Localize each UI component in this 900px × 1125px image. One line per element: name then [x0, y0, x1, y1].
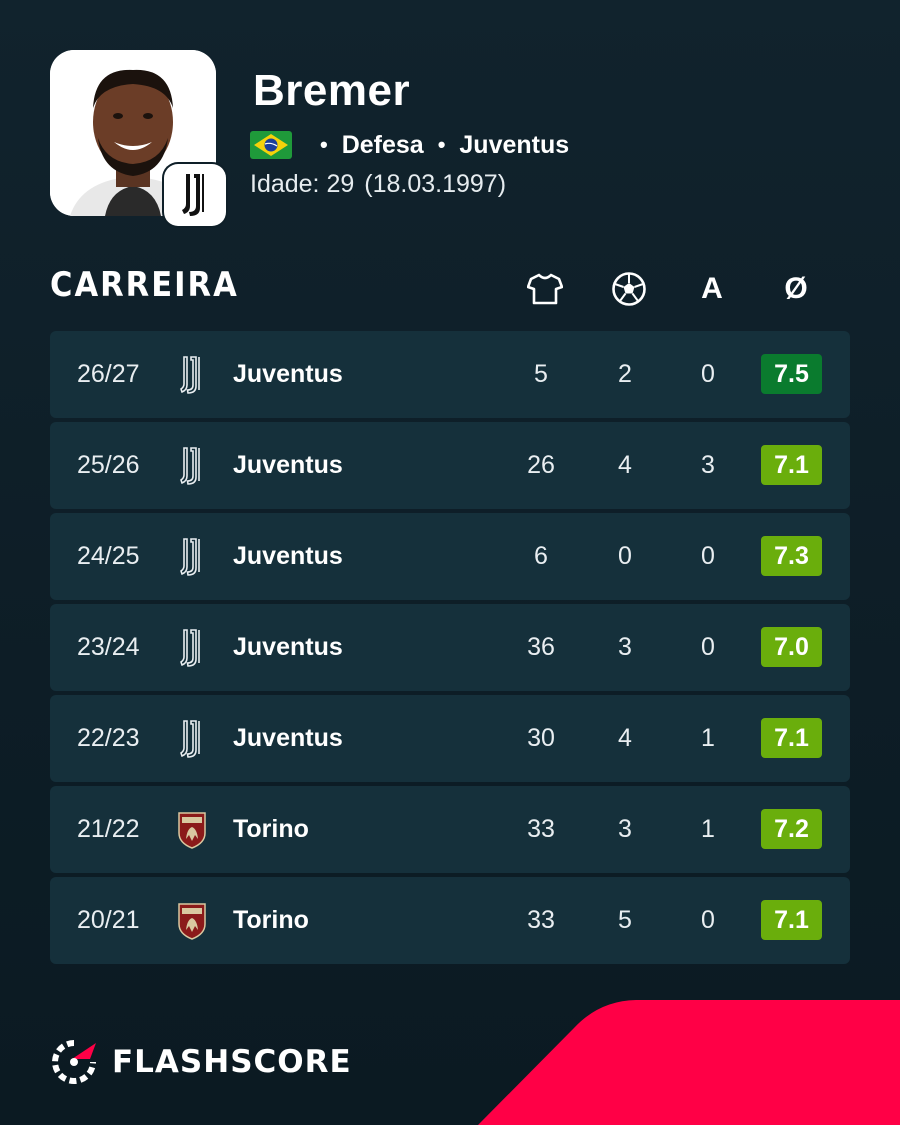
apps-value: 5 [534, 360, 548, 388]
apps-value: 30 [527, 724, 555, 752]
season: 22/23 [77, 724, 140, 752]
rating-badge: 7.1 [761, 445, 822, 485]
assists-value: 3 [701, 451, 715, 479]
assists-value: 0 [701, 906, 715, 934]
player-club: Juventus [459, 130, 570, 159]
team-name[interactable]: Torino [233, 786, 309, 873]
juventus-crest-icon [176, 446, 208, 486]
player-name: Bremer [253, 66, 411, 115]
table-row[interactable]: 26/27 Juventus 5 2 0 7.5 [50, 331, 850, 418]
flashscore-logo: FLASHSCORE [50, 1039, 352, 1085]
assists-value: 1 [701, 815, 715, 843]
column-rating: Ø [784, 272, 808, 305]
season: 24/25 [77, 542, 140, 570]
club-badge [164, 164, 226, 226]
juventus-crest-icon [182, 174, 204, 216]
rating-badge: 7.1 [761, 900, 822, 940]
season: 21/22 [77, 815, 140, 843]
team-name[interactable]: Juventus [233, 513, 343, 600]
apps-value: 26 [527, 451, 555, 479]
team-name[interactable]: Juventus [233, 695, 343, 782]
goals-value: 4 [618, 724, 632, 752]
career-table: 26/27 Juventus 5 2 0 7.5 25/26 Juventus 26 4 3 7.1 2… [50, 331, 850, 968]
juventus-crest-icon [176, 537, 208, 577]
rating-badge: 7.3 [761, 536, 822, 576]
assists-value: 1 [701, 724, 715, 752]
team-name[interactable]: Juventus [233, 422, 343, 509]
apps-value: 6 [534, 542, 548, 570]
season: 26/27 [77, 360, 140, 388]
season: 25/26 [77, 451, 140, 479]
footer-accent-shape [478, 1000, 900, 1125]
player-meta: • Defesa • Juventus [250, 128, 569, 162]
juventus-crest-icon [176, 355, 208, 395]
assists-value: 0 [701, 633, 715, 661]
rating-badge: 7.0 [761, 627, 822, 667]
goals-value: 0 [618, 542, 632, 570]
rating-badge: 7.5 [761, 354, 822, 394]
player-position: Defesa [341, 130, 424, 159]
column-goals [599, 266, 659, 312]
table-row[interactable]: 22/23 Juventus 30 4 1 7.1 [50, 695, 850, 782]
table-row[interactable]: 20/21 Torino 33 5 0 7.1 [50, 877, 850, 964]
birth-date: (18.03.1997) [364, 170, 507, 198]
team-name[interactable]: Juventus [233, 604, 343, 691]
column-appearances [515, 266, 575, 312]
table-row[interactable]: 24/25 Juventus 6 0 0 7.3 [50, 513, 850, 600]
age-label: Idade: 29 [250, 170, 355, 198]
rating-badge: 7.2 [761, 809, 822, 849]
torino-crest-icon [176, 810, 208, 850]
team-name[interactable]: Torino [233, 877, 309, 964]
juventus-crest-icon [176, 628, 208, 668]
shirt-icon [527, 273, 563, 305]
separator-dot: • [437, 132, 446, 157]
column-assists: A [701, 272, 723, 305]
season: 23/24 [77, 633, 140, 661]
goals-value: 5 [618, 906, 632, 934]
goals-value: 3 [618, 815, 632, 843]
separator-dot: • [320, 132, 328, 157]
goals-value: 3 [618, 633, 632, 661]
juventus-crest-icon [176, 719, 208, 759]
season: 20/21 [77, 906, 140, 934]
table-row[interactable]: 23/24 Juventus 36 3 0 7.0 [50, 604, 850, 691]
rating-badge: 7.1 [761, 718, 822, 758]
player-age: Idade: 29 (18.03.1997) [250, 170, 506, 199]
goals-value: 4 [618, 451, 632, 479]
career-title: CARREIRA [50, 265, 239, 305]
brazil-flag-icon [250, 131, 292, 159]
table-row[interactable]: 25/26 Juventus 26 4 3 7.1 [50, 422, 850, 509]
flashscore-logo-icon [52, 1040, 96, 1084]
apps-value: 33 [527, 815, 555, 843]
assists-value: 0 [701, 542, 715, 570]
apps-value: 33 [527, 906, 555, 934]
assists-value: 0 [701, 360, 715, 388]
torino-crest-icon [176, 901, 208, 941]
apps-value: 36 [527, 633, 555, 661]
goals-value: 2 [618, 360, 632, 388]
football-icon [612, 272, 646, 306]
team-name[interactable]: Juventus [233, 331, 343, 418]
brand-name: FLASHSCORE [112, 1044, 352, 1080]
table-row[interactable]: 21/22 Torino 33 3 1 7.2 [50, 786, 850, 873]
